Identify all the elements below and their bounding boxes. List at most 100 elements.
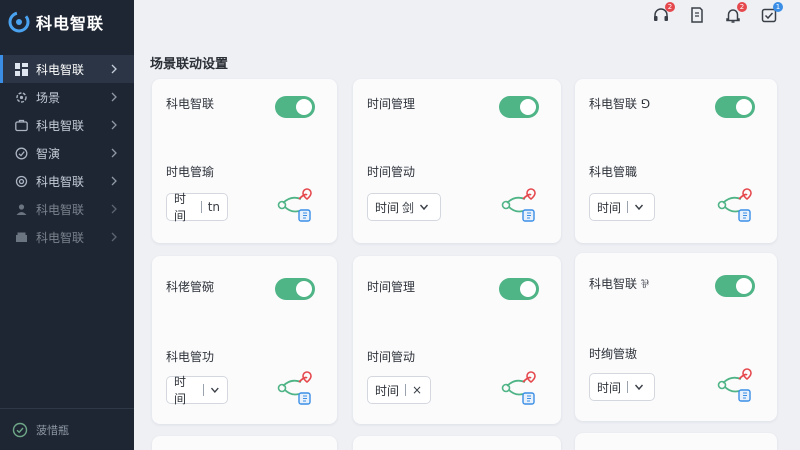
- card-subtitle: 时间管动: [367, 350, 416, 364]
- select-value: 时间: [375, 383, 400, 398]
- chevron-right-icon: [111, 64, 117, 74]
- sidebar-item-devices[interactable]: 科电智联: [0, 111, 134, 139]
- sidebar-item-demo[interactable]: 智演: [0, 139, 134, 167]
- briefcase-icon: [14, 118, 28, 132]
- select-value: 时间: [597, 380, 622, 395]
- card-subtitle: 科电管功: [166, 350, 215, 364]
- linkage-flow-icon: [277, 371, 312, 405]
- page-title: 场景联动设置: [150, 57, 229, 72]
- time-select[interactable]: 时间: [589, 373, 655, 401]
- sidebar-nav: 科电智联 场景 科电智联 智演 科电智联 科电智联 科电智联: [0, 55, 134, 251]
- sidebar-item-label: 科电智联: [36, 230, 85, 245]
- linkage-toggle[interactable]: [275, 278, 315, 300]
- headset-button[interactable]: 2: [652, 2, 675, 24]
- chevron-down-icon: [211, 387, 220, 393]
- time-select[interactable]: 时间 tn: [166, 192, 228, 223]
- sidebar-footer-label: 菠惜瓶: [36, 423, 69, 437]
- linkage-card: 科电智联 ⅁ 科电管職 时间: [575, 79, 777, 243]
- linkage-card: 科佬管碗 科电管功 时间: [152, 256, 337, 424]
- time-select[interactable]: 时间 ×: [367, 376, 431, 404]
- linkage-card: 时间管理 时间管动 时间 ×: [353, 256, 561, 424]
- chevron-right-icon: [111, 120, 117, 130]
- headset-badge: 2: [665, 2, 675, 12]
- chevron-right-icon: [111, 204, 117, 214]
- chevron-down-icon: [634, 204, 644, 211]
- sidebar-item-label: 场景: [36, 90, 61, 105]
- select-divider: [627, 201, 629, 213]
- topbar: 2 2 1: [652, 2, 783, 28]
- sidebar-item-label: 智演: [36, 146, 61, 161]
- linkage-card-partial: [152, 436, 337, 450]
- select-glyph: 剑: [402, 200, 415, 215]
- card-title: 科电智联 ⅁: [589, 97, 651, 111]
- linkage-card-partial: [353, 436, 561, 450]
- sidebar-item-label: 科电智联: [36, 62, 85, 77]
- select-divider: [200, 201, 202, 213]
- linkage-card: 科电智联 时电管瑜 时间 tn: [152, 79, 337, 243]
- notifications-button[interactable]: 2: [724, 2, 747, 24]
- select-divider: [405, 384, 407, 396]
- linkage-card: 科电智联 ⅌ 时绚管璈 时间: [575, 253, 777, 421]
- select-glyph: tn: [207, 200, 220, 214]
- linkage-flow-icon: [501, 371, 536, 405]
- time-select[interactable]: 时间 剑: [367, 193, 441, 221]
- linkage-toggle[interactable]: [499, 278, 539, 300]
- select-value: 时间: [597, 200, 622, 215]
- select-value: 时间: [174, 192, 187, 223]
- time-select[interactable]: 时间: [589, 193, 655, 221]
- chevron-right-icon: [111, 176, 117, 186]
- settings-icon: [14, 90, 28, 104]
- card-subtitle: 时间管动: [367, 165, 416, 179]
- clock-icon: [14, 146, 28, 160]
- sidebar-item-dashboard[interactable]: 科电智联: [0, 55, 134, 83]
- linkage-toggle[interactable]: [715, 275, 755, 297]
- clear-icon[interactable]: ×: [412, 383, 422, 397]
- chevron-right-icon: [111, 232, 117, 242]
- sidebar-item-linkage[interactable]: 科电智联: [0, 167, 134, 195]
- linkage-toggle[interactable]: [275, 96, 315, 118]
- chevron-down-icon: [420, 204, 429, 211]
- card-subtitle: 科电管職: [589, 165, 638, 179]
- sidebar-footer[interactable]: 菠惜瓶: [0, 408, 134, 450]
- time-select[interactable]: 时间: [166, 375, 228, 406]
- tasks-button[interactable]: 1: [760, 2, 783, 24]
- brand-logo-icon: [8, 11, 30, 33]
- linkage-toggle[interactable]: [715, 96, 755, 118]
- linkage-flow-icon: [717, 368, 752, 402]
- chevron-right-icon: [111, 92, 117, 102]
- sidebar-item-users[interactable]: 科电智联: [0, 195, 134, 223]
- sidebar-item-storage[interactable]: 科电智联: [0, 223, 134, 251]
- chevron-right-icon: [111, 148, 117, 158]
- linkage-card-partial: [575, 433, 777, 450]
- card-title: 科电智联 ⅌: [589, 277, 649, 291]
- user-icon: [14, 202, 28, 216]
- brand-name: 科电智联: [36, 14, 105, 33]
- chevron-down-icon: [634, 384, 644, 391]
- sidebar: 科电智联 科电智联 场景 科电智联 智演 科电智联 科电智联 科电智联 菠惜瓶: [0, 0, 134, 450]
- card-title: 科电智联: [166, 97, 215, 111]
- box-icon: [14, 230, 28, 244]
- select-divider: [203, 384, 205, 396]
- select-value: 时间: [174, 375, 187, 406]
- check-circle-icon: [12, 422, 28, 437]
- sidebar-item-label: 科电智联: [36, 118, 85, 133]
- select-divider: [627, 381, 629, 393]
- link-icon: [14, 174, 28, 188]
- brand[interactable]: 科电智联: [8, 6, 104, 38]
- linkage-card: 时间管理 时间管动 时间 剑: [353, 79, 561, 243]
- card-title: 科佬管碗: [166, 280, 215, 294]
- card-subtitle: 时电管瑜: [166, 165, 215, 179]
- notifications-badge: 2: [737, 2, 747, 12]
- sidebar-item-label: 科电智联: [36, 202, 85, 217]
- sidebar-item-label: 科电智联: [36, 174, 85, 189]
- document-button[interactable]: [688, 6, 706, 24]
- sidebar-item-scenes[interactable]: 场景: [0, 83, 134, 111]
- dashboard-icon: [14, 62, 28, 76]
- linkage-flow-icon: [501, 188, 536, 222]
- card-title: 时间管理: [367, 97, 416, 111]
- card-subtitle: 时绚管璈: [589, 347, 638, 361]
- tasks-badge: 1: [773, 2, 783, 12]
- card-title: 时间管理: [367, 280, 416, 294]
- document-icon: [691, 7, 703, 23]
- linkage-toggle[interactable]: [499, 96, 539, 118]
